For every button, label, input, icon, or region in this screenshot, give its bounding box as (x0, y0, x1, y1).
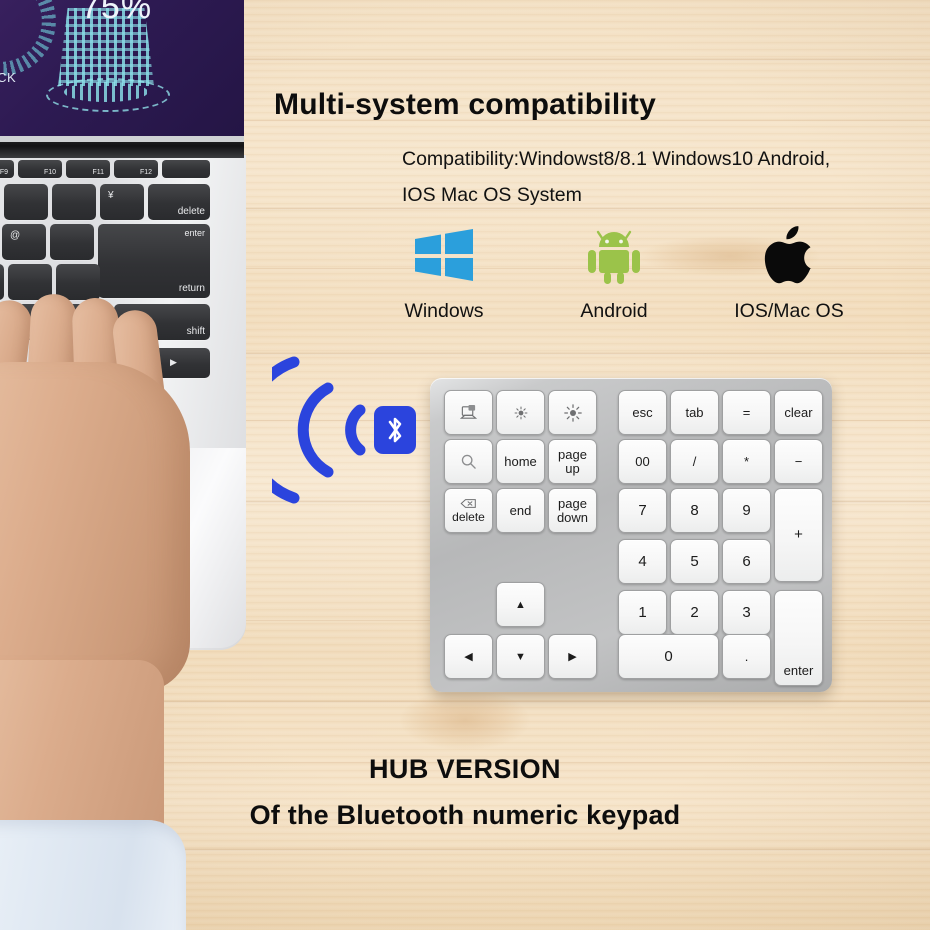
signal-waves-icon (272, 356, 366, 504)
page-down-label: page down (556, 495, 589, 525)
arrow-left-key[interactable]: ◀ (444, 634, 493, 679)
double-zero-key[interactable]: 00 (618, 439, 667, 484)
brightness-down-icon (514, 406, 527, 419)
os-item-android: Android (534, 222, 694, 323)
clear-key[interactable]: clear (774, 390, 823, 435)
five-key[interactable]: 5 (670, 539, 719, 584)
one-key[interactable]: 1 (618, 590, 667, 635)
three-key[interactable]: 3 (722, 590, 771, 635)
windows-logo-icon (364, 222, 524, 288)
decimal-key[interactable]: . (722, 634, 771, 679)
brightness-up-icon (563, 403, 582, 422)
laptop-key-eject[interactable] (162, 160, 210, 178)
laptop-key-caret[interactable] (52, 184, 96, 220)
seven-key[interactable]: 7 (618, 488, 667, 533)
tab-key[interactable]: tab (670, 390, 719, 435)
six-key[interactable]: 6 (722, 539, 771, 584)
brightness-up-key[interactable] (548, 390, 597, 435)
compatibility-line-1: Compatibility:Windowst8/8.1 Windows10 An… (402, 148, 831, 170)
laptop-key-f12[interactable]: F12 (114, 160, 158, 178)
equals-key[interactable]: = (722, 390, 771, 435)
laptop-key-bracket-right[interactable] (56, 264, 100, 300)
divide-key[interactable]: / (670, 439, 719, 484)
hand (0, 292, 240, 930)
laptop-key-yen[interactable]: ¥ (100, 184, 144, 220)
arrow-right-key[interactable]: ▶ (548, 634, 597, 679)
laptop-key-f10[interactable]: F10 (18, 160, 62, 178)
zero-key[interactable]: 0 (618, 634, 719, 679)
compatibility-line-2: IOS Mac OS System (402, 184, 582, 206)
android-robot-icon (534, 222, 694, 288)
os-label-android: Android (580, 300, 648, 322)
screen-side-label: ACK (0, 70, 17, 85)
caption-product-name: Of the Bluetooth numeric keypad (249, 800, 681, 830)
end-key[interactable]: end (496, 488, 545, 533)
bluetooth-icon (388, 417, 402, 443)
arrow-down-key[interactable]: ▼ (496, 634, 545, 679)
laptop-key-equals[interactable] (4, 184, 48, 220)
screenshot-key[interactable] (444, 390, 493, 435)
bluetooth-badge (374, 406, 416, 454)
search-icon (461, 454, 476, 469)
os-item-apple: IOS/Mac OS (709, 222, 869, 323)
delete-label: delete (452, 509, 485, 524)
page-up-label: page up (558, 446, 587, 476)
page-down-key[interactable]: page down (548, 488, 597, 533)
laptop-key-return[interactable]: return enter (98, 224, 210, 298)
compatibility-text: Compatibility:Windowst8/8.1 Windows10 An… (402, 141, 902, 213)
os-label-apple: IOS/Mac OS (734, 300, 844, 322)
home-key[interactable]: home (496, 439, 545, 484)
screenshot-icon (460, 404, 477, 419)
os-label-windows: Windows (404, 300, 484, 322)
brightness-down-key[interactable] (496, 390, 545, 435)
arrow-up-key[interactable]: ▲ (496, 582, 545, 627)
laptop-key-delete[interactable]: delete (148, 184, 210, 220)
page-title: Multi-system compatibility (274, 88, 656, 121)
page-up-key[interactable]: page up (548, 439, 597, 484)
caption-hub-version: HUB VERSION (369, 754, 561, 784)
backspace-icon (460, 498, 476, 508)
esc-key[interactable]: esc (618, 390, 667, 435)
laptop-key-f11[interactable]: F11 (66, 160, 110, 178)
product-marketing-image: F9 F10 F11 F12 ¥ delete P @ returnenter … (0, 0, 930, 930)
os-item-windows: Windows (364, 222, 524, 323)
shirt-cuff (0, 820, 186, 930)
palm (0, 362, 190, 692)
laptop-key-f9[interactable]: F9 (0, 160, 14, 178)
delete-key[interactable]: delete (444, 488, 493, 533)
minus-key[interactable]: − (774, 439, 823, 484)
laptop-key-at[interactable]: @ (2, 224, 46, 260)
laptop-key-bracket-left[interactable] (50, 224, 94, 260)
search-key[interactable] (444, 439, 493, 484)
multiply-key[interactable]: * (722, 439, 771, 484)
bluetooth-numeric-keypad: home page up delete end page down ▲ ◀ ▼ ▶ … (430, 378, 832, 692)
apple-logo-icon (709, 222, 869, 288)
eight-key[interactable]: 8 (670, 488, 719, 533)
laptop-key-semicolon[interactable] (0, 264, 4, 300)
screen-percent-label: 75% (81, 0, 153, 26)
plus-key[interactable]: + (774, 488, 823, 582)
enter-key[interactable]: enter (774, 590, 823, 686)
nine-key[interactable]: 9 (722, 488, 771, 533)
two-key[interactable]: 2 (670, 590, 719, 635)
four-key[interactable]: 4 (618, 539, 667, 584)
